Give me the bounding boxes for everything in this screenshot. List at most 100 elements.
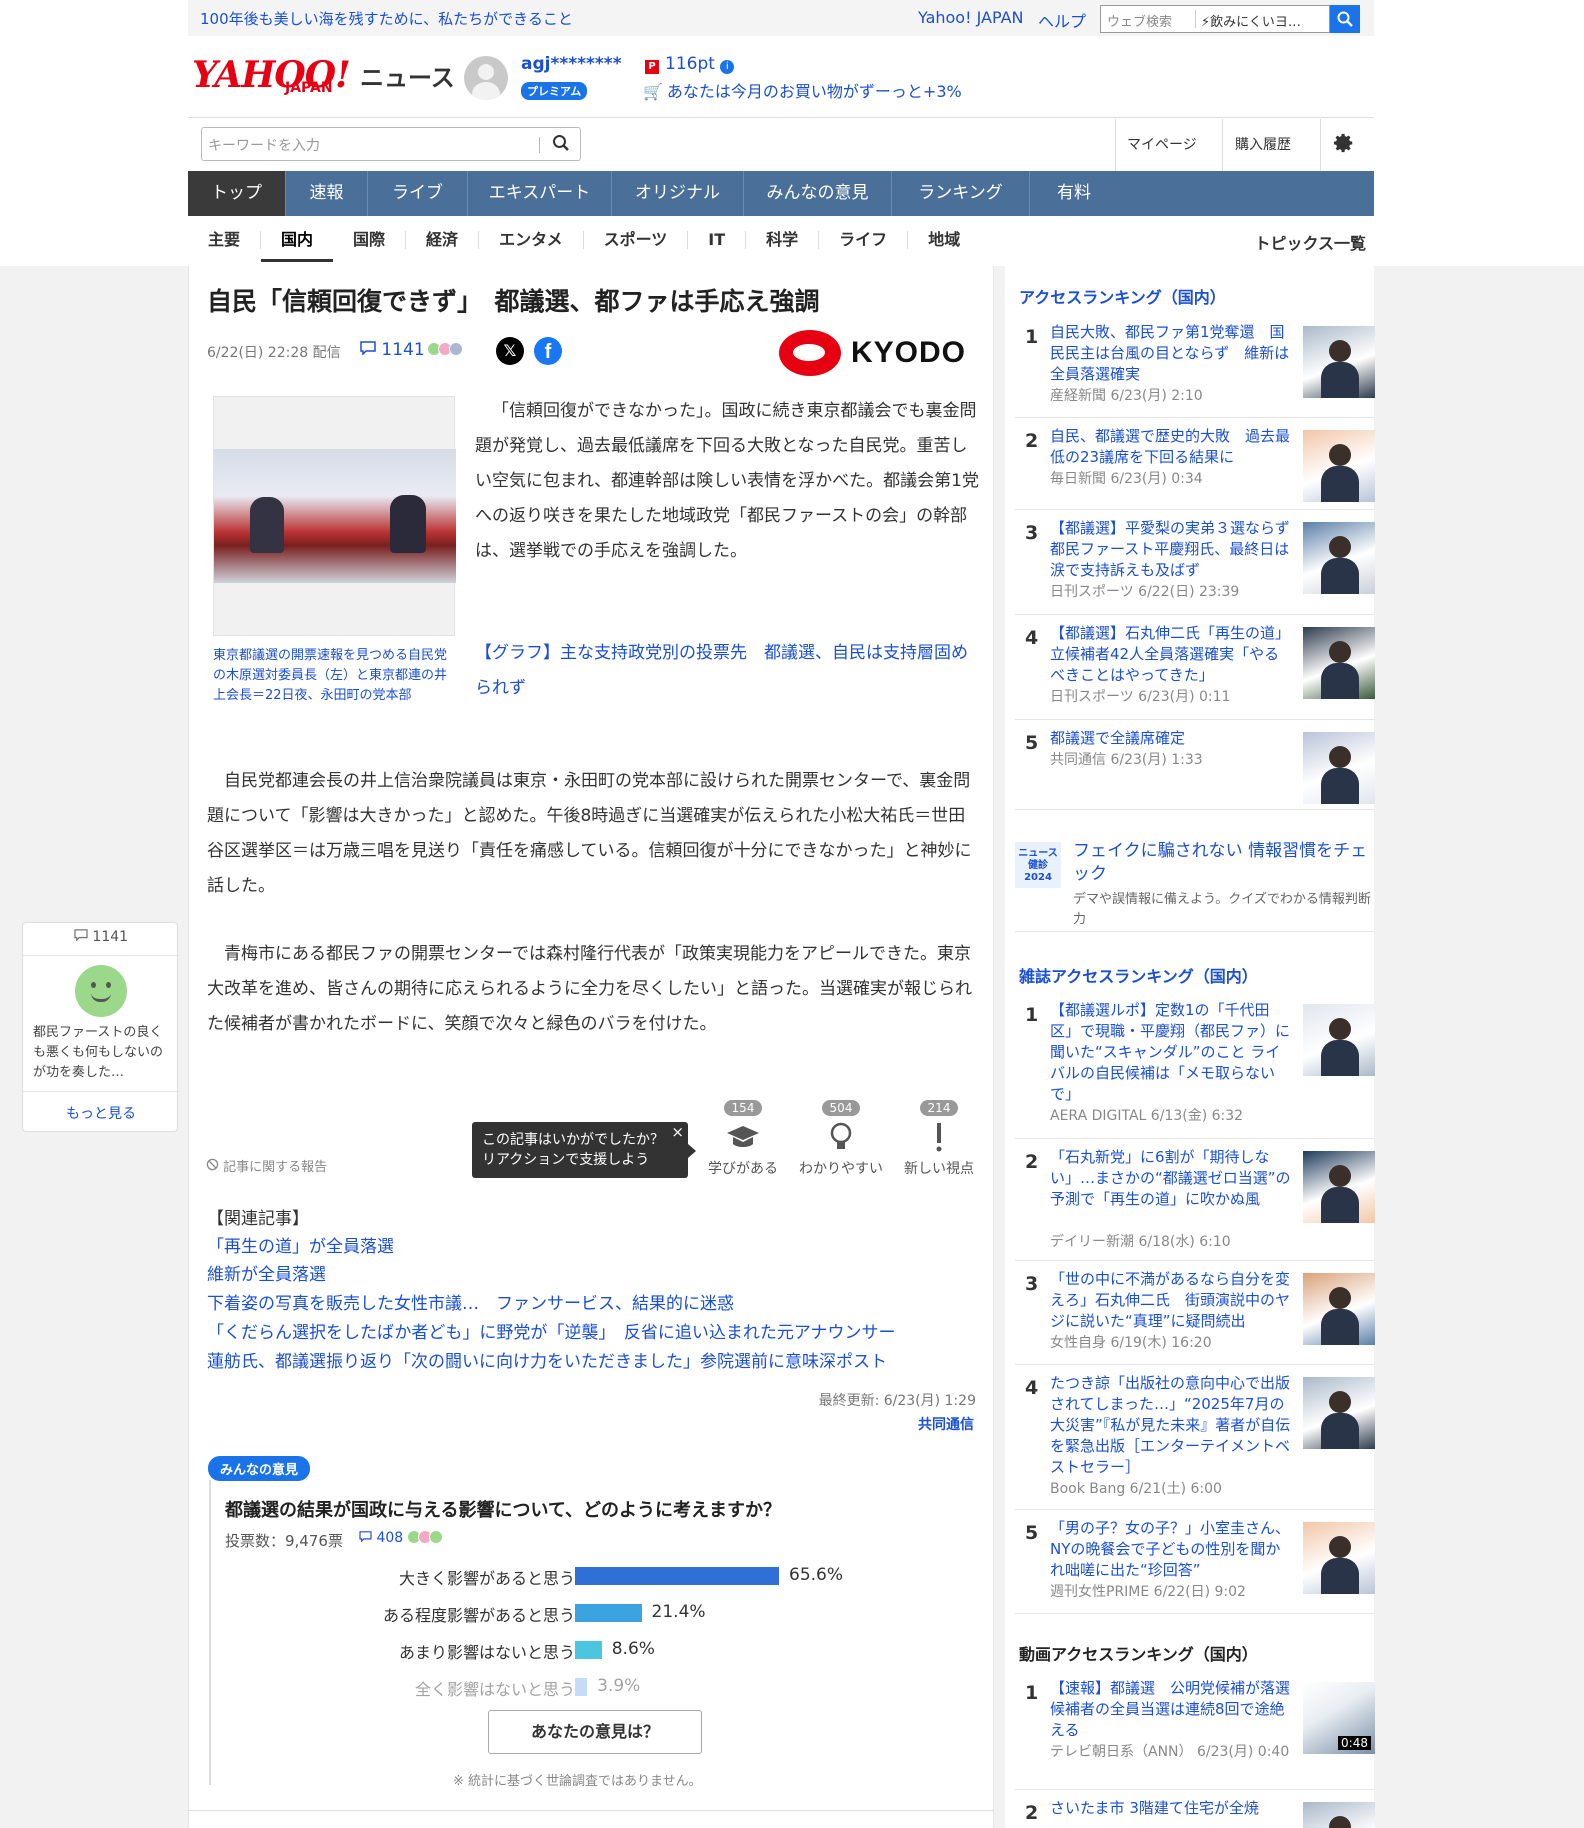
nav-expert[interactable]: エキスパート — [468, 171, 612, 216]
thumbnail-image[interactable] — [1303, 1802, 1375, 1828]
news-service-title[interactable]: ニュース — [360, 58, 455, 93]
nav-opinion[interactable]: みんなの意見 — [744, 171, 892, 216]
ranking-title[interactable]: 「石丸新党」に6割が「期待しない」…まさかの“都議選ゼロ当選”の予測で「再生の道… — [1050, 1147, 1292, 1210]
nav-original[interactable]: オリジナル — [612, 171, 744, 216]
ranking-item[interactable]: 5 「男の子？女の子？」小室圭さん、NYの晩餐会で子どもの性別を聞かれ咄嗟に出た“… — [1015, 1510, 1375, 1614]
comment-count-link[interactable]: 1141 — [360, 340, 425, 360]
cat-life[interactable]: ライフ — [819, 231, 909, 249]
cat-domestic[interactable]: 国内 — [261, 231, 334, 262]
thumbnail-image[interactable] — [1303, 1273, 1375, 1345]
video-thumbnail[interactable]: 0:48 — [1303, 1682, 1375, 1754]
username[interactable]: agj******** — [521, 54, 622, 74]
nav-paid[interactable]: 有料 — [1030, 171, 1118, 216]
topics-list-link[interactable]: トピックス一覧 — [1254, 230, 1366, 254]
shopping-promo[interactable]: 🛒 あなたは今月のお買い物がずーっと+3% — [643, 78, 962, 102]
cat-sports[interactable]: スポーツ — [584, 231, 689, 249]
more-comments-link[interactable]: もっと見る — [23, 1103, 179, 1123]
ranking-title[interactable]: 都議選で全議席確定 — [1050, 728, 1292, 749]
access-ranking-heading[interactable]: アクセスランキング（国内） — [1019, 284, 1226, 308]
cat-it[interactable]: IT — [688, 231, 747, 249]
magazine-ranking-heading[interactable]: 雑誌アクセスランキング（国内） — [1019, 963, 1258, 987]
news-checkup-title[interactable]: フェイクに騙されない 情報習慣をチェック — [1073, 840, 1373, 886]
mypage-link[interactable]: マイページ — [1127, 134, 1197, 154]
video-ranking-heading[interactable]: 動画アクセスランキング（国内） — [1019, 1641, 1258, 1665]
yahoo-japan-link[interactable]: Yahoo! JAPAN — [918, 8, 1024, 27]
photo-caption[interactable]: 東京都議選の開票速報を見つめる自民党の木原選対委員長（左）と東京都連の井上会長＝… — [213, 646, 453, 706]
keyword-search-input[interactable]: キーワードを入力 — [201, 127, 581, 161]
thumbnail-image[interactable] — [1303, 732, 1375, 804]
thumbnail-image[interactable] — [1303, 522, 1375, 594]
ranking-title[interactable]: さいたま市 3階建て住宅が全焼 — [1050, 1798, 1292, 1819]
comment-float-count[interactable]: 1141 — [23, 929, 179, 945]
poll-question[interactable]: 都議選の結果が国政に与える影響について、どのように考えますか？ — [225, 1496, 781, 1522]
cat-science[interactable]: 科学 — [746, 231, 820, 249]
thumbnail-image[interactable] — [1303, 1522, 1375, 1594]
nav-ranking[interactable]: ランキング — [892, 171, 1030, 216]
promo-link[interactable]: 100年後も美しい海を残すために、私たちができること — [200, 8, 573, 29]
graph-link[interactable]: 【グラフ】主な支持政党別の投票先 都議選、自民は支持層固められず — [475, 636, 979, 706]
ranking-title[interactable]: 「男の子？女の子？」小室圭さん、NYの晩餐会で子どもの性別を聞かれ咄嗟に出た“珍… — [1050, 1518, 1292, 1581]
nav-breaking[interactable]: 速報 — [286, 171, 368, 216]
opinion-tag[interactable]: みんなの意見 — [208, 1456, 311, 1481]
thumbnail-image[interactable] — [1303, 430, 1375, 502]
avatar[interactable] — [464, 56, 508, 100]
points-link[interactable]: P 116pt i — [645, 54, 735, 74]
search-icon[interactable] — [552, 134, 570, 152]
web-search-input[interactable]: ウェブ検索 ⚡飲みにくいヨ… — [1100, 5, 1330, 33]
purchase-history-link[interactable]: 購入履歴 — [1235, 134, 1291, 154]
ranking-item[interactable]: 1 【都議選ルポ】定数1の「千代田区」で現職・平慶翔（都民ファ）に聞いた“スキャン… — [1015, 992, 1375, 1139]
nav-live[interactable]: ライブ — [368, 171, 468, 216]
ranking-item[interactable]: 3 【都議選】平愛梨の実弟３選ならず 都民ファースト平慶翔氏、最終日は涙で支持訴え… — [1015, 510, 1375, 615]
ranking-item[interactable]: 1 自民大敗、都民ファ第1党奪還 国民民主は台風の目とならず 維新は全員落選確実産… — [1015, 314, 1375, 418]
poll-comment-count[interactable]: 408 — [359, 1530, 403, 1546]
ranking-title[interactable]: たつき諒「出版社の意向中心で出版されてしまった…」“2025年7月の大災害”『私… — [1050, 1373, 1292, 1478]
ranking-title[interactable]: 【都議選ルポ】定数1の「千代田区」で現職・平慶翔（都民ファ）に聞いた“スキャンダ… — [1050, 1000, 1292, 1105]
ranking-item[interactable]: 4 たつき諒「出版社の意向中心で出版されてしまった…」“2025年7月の大災害”『… — [1015, 1365, 1375, 1510]
ranking-item[interactable]: 2 さいたま市 3階建て住宅が全焼 — [1015, 1790, 1375, 1828]
ranking-title[interactable]: 自民、都議選で歴史的大敗 過去最低の23議席を下回る結果に — [1050, 426, 1292, 468]
ranking-item[interactable]: 4 【都議選】石丸伸二氏「再生の道」立候補者42人全員落選確実「やるべきことはやっ… — [1015, 615, 1375, 720]
cat-economy[interactable]: 経済 — [406, 231, 480, 249]
kyodo-logo[interactable]: KYODO — [779, 330, 966, 376]
ranking-title[interactable]: 「世の中に不満があるなら自分を変えろ」石丸伸二氏 街頭演説中のヤジに説いた“真理… — [1050, 1269, 1292, 1332]
thumbnail-image[interactable] — [1303, 627, 1375, 699]
news-checkup-banner[interactable]: ニュース健診2024 フェイクに騙されない 情報習慣をチェック デマや誤情報に備… — [1015, 820, 1375, 932]
ranking-item[interactable]: 2 「石丸新党」に6割が「期待しない」…まさかの“都議選ゼロ当選”の予測で「再生の… — [1015, 1139, 1375, 1261]
thumbnail-image[interactable] — [1303, 1151, 1375, 1223]
comment-preview[interactable]: 都民ファーストの良くも悪くも何もしないのが功を奏した… — [33, 1023, 169, 1083]
gear-icon[interactable] — [1333, 132, 1355, 154]
thumbnail-image[interactable] — [1303, 326, 1375, 398]
cat-local[interactable]: 地域 — [908, 231, 980, 249]
nav-top[interactable]: トップ — [188, 171, 286, 216]
related-link[interactable]: 蓮舫氏、都議選振り返り「次の闘いに向け力をいただきました」参院選前に意味深ポスト — [207, 1347, 887, 1372]
related-link[interactable]: 「再生の道」が全員落選 — [207, 1232, 394, 1257]
ranking-title[interactable]: 【都議選】平愛梨の実弟３選ならず 都民ファースト平慶翔氏、最終日は涙で支持訴えも… — [1050, 518, 1305, 581]
help-link[interactable]: ヘルプ — [1038, 8, 1086, 32]
your-opinion-button[interactable]: あなたの意見は？ — [488, 1710, 702, 1754]
reaction-learn[interactable]: 154 学びがある — [698, 1100, 788, 1178]
ranking-item[interactable]: 2 自民、都議選で歴史的大敗 過去最低の23議席を下回る結果に 毎日新聞 6/23(… — [1015, 418, 1375, 510]
source-link[interactable]: 共同通信 — [918, 1414, 974, 1434]
ranking-item[interactable]: 1 【速報】都議選 公明党候補が落選 候補者の全員当選は連続8回で途絶える テレビ朝… — [1015, 1670, 1375, 1790]
search-suggestion[interactable]: ⚡飲みにくいヨ… — [1201, 11, 1301, 30]
report-link[interactable]: 記事に関する報告 — [206, 1156, 327, 1175]
related-link[interactable]: 「くだらん選択をしたばか者ども」に野党が「逆襲」 反省に追い込まれた元アナウンサ… — [207, 1318, 896, 1343]
cat-main[interactable]: 主要 — [188, 231, 262, 249]
ranking-title[interactable]: 【速報】都議選 公明党候補が落選 候補者の全員当選は連続8回で途絶える — [1050, 1678, 1305, 1741]
close-icon[interactable]: × — [671, 1122, 684, 1142]
thumbnail-image[interactable] — [1303, 1377, 1375, 1449]
reaction-clear[interactable]: 504 わかりやすい — [796, 1100, 886, 1178]
x-share-icon[interactable]: 𝕏 — [496, 337, 524, 365]
facebook-share-icon[interactable]: f — [534, 337, 562, 365]
related-link[interactable]: 維新が全員落選 — [207, 1260, 326, 1285]
cat-world[interactable]: 国際 — [333, 231, 407, 249]
ranking-title[interactable]: 自民大敗、都民ファ第1党奪還 国民民主は台風の目とならず 維新は全員落選確実 — [1050, 322, 1292, 385]
cat-entertainment[interactable]: エンタメ — [479, 231, 584, 249]
info-icon[interactable]: i — [720, 60, 735, 74]
ranking-title[interactable]: 【都議選】石丸伸二氏「再生の道」立候補者42人全員落選確実「やるべきことはやって… — [1050, 623, 1292, 686]
search-button[interactable] — [1330, 5, 1360, 33]
article-photo[interactable] — [213, 396, 456, 636]
ranking-item[interactable]: 5 都議選で全議席確定 共同通信 6/23(月) 1:33 — [1015, 720, 1375, 810]
thumbnail-image[interactable] — [1303, 1004, 1375, 1076]
reaction-new-view[interactable]: 214 新しい視点 — [894, 1100, 984, 1178]
